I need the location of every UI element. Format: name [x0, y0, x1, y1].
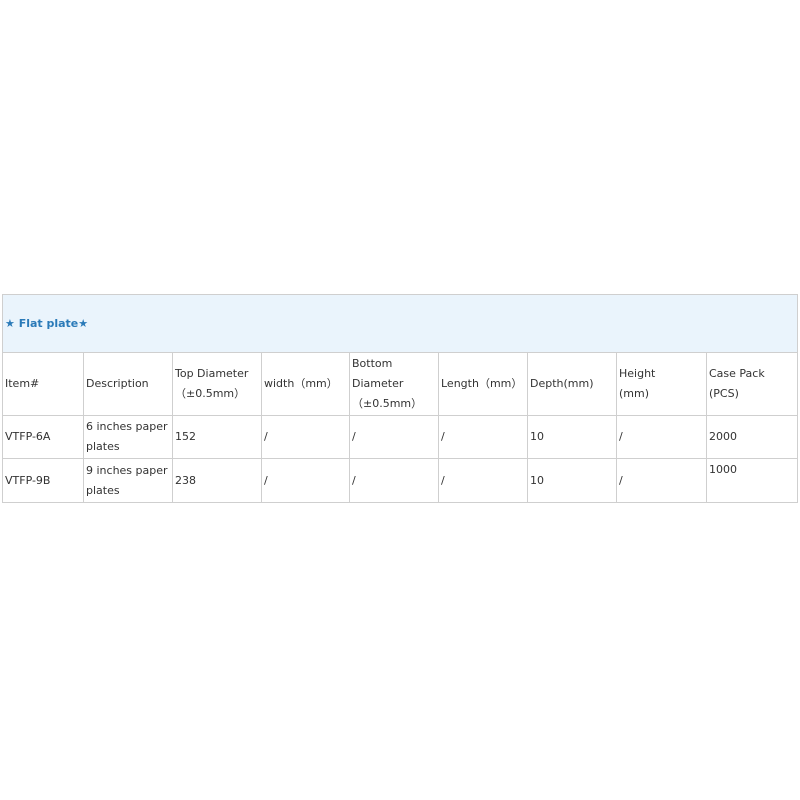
header-description: Description	[83, 352, 173, 416]
table-title: ★ Flat plate★	[1, 294, 799, 353]
cell-width: /	[261, 415, 350, 459]
cell-top-diameter: 238	[172, 458, 262, 503]
cell-case-pack: 2000	[705, 415, 799, 459]
cell-bottom-diameter: /	[349, 415, 439, 459]
flat-plate-spec-table: ★ Flat plate★ Item# Description Top Diam…	[1, 294, 799, 503]
cell-bottom-diameter: /	[349, 458, 439, 503]
table-row: VTFP-6A 6 inches paper plates 152 / / / …	[2, 415, 799, 459]
header-height: Height (mm)	[616, 352, 707, 416]
table-title-row: ★ Flat plate★	[1, 294, 799, 353]
cell-description: 6 inches paper plates	[83, 415, 173, 459]
cell-height: /	[616, 415, 707, 459]
header-case-pack: Case Pack (PCS)	[705, 352, 799, 416]
cell-top-diameter: 152	[172, 415, 262, 459]
cell-height: /	[616, 458, 707, 503]
header-bottom-diameter: Bottom Diameter （±0.5mm）	[349, 352, 439, 416]
cell-width: /	[261, 458, 350, 503]
cell-item-number: VTFP-9B	[2, 458, 84, 503]
header-item-number: Item#	[2, 352, 84, 416]
cell-item-number: VTFP-6A	[2, 415, 84, 459]
cell-description: 9 inches paper plates	[83, 458, 173, 503]
cell-case-pack: 1000	[705, 458, 799, 503]
header-top-diameter: Top Diameter （±0.5mm）	[172, 352, 262, 416]
cell-length: /	[438, 415, 528, 459]
header-depth: Depth(mm)	[527, 352, 617, 416]
cell-length: /	[438, 458, 528, 503]
cell-depth: 10	[527, 415, 617, 459]
page: ★ Flat plate★ Item# Description Top Diam…	[0, 0, 800, 800]
table-row: VTFP-9B 9 inches paper plates 238 / / / …	[2, 458, 799, 503]
header-width: width（mm）	[261, 352, 350, 416]
header-length: Length（mm）	[438, 352, 528, 416]
table-header-row: Item# Description Top Diameter （±0.5mm） …	[2, 352, 799, 416]
cell-depth: 10	[527, 458, 617, 503]
